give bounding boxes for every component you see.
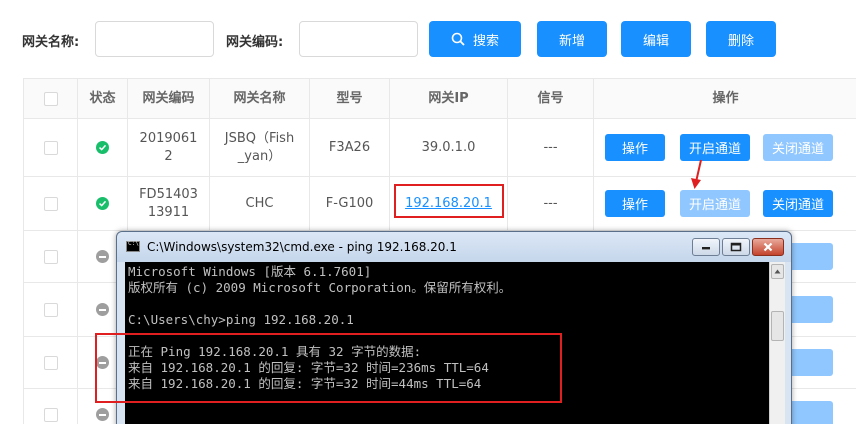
ip-highlight-box <box>394 184 504 218</box>
open-channel-button-disabled[interactable]: 开启通道 <box>680 190 750 217</box>
signal-cell: --- <box>508 119 594 176</box>
chevron-up-icon <box>774 269 781 274</box>
online-status-icon <box>96 141 109 154</box>
minimize-icon <box>702 247 710 250</box>
operate-button[interactable]: 操作 <box>605 190 665 217</box>
gateway-name-input[interactable] <box>95 21 214 57</box>
signal-cell: --- <box>508 177 594 230</box>
offline-status-icon <box>96 250 109 263</box>
model-cell: F3A26 <box>310 119 390 176</box>
console-line: Microsoft Windows [版本 6.1.7601] <box>128 264 372 279</box>
scroll-thumb[interactable] <box>771 311 784 341</box>
online-status-icon <box>96 197 109 210</box>
model-cell: F-G100 <box>310 177 390 230</box>
close-channel-button[interactable]: 关闭通道 <box>763 190 833 217</box>
ip-cell: 39.0.1.0 <box>390 119 508 176</box>
close-channel-button-disabled[interactable]: 关闭通道 <box>763 134 833 161</box>
offline-status-icon <box>96 408 109 421</box>
console-line: C:\Users\chy>ping 192.168.20.1 <box>128 312 354 327</box>
search-button-label: 搜索 <box>472 33 499 49</box>
code-cell: 2019061 2 <box>128 119 210 176</box>
maximize-button[interactable] <box>722 238 750 256</box>
cmd-title: C:\Windows\system32\cmd.exe - ping 192.1… <box>147 240 457 254</box>
filter-toolbar: 网关名称: 网关编码: 搜索 新增 编辑 删除 <box>0 0 856 80</box>
cmd-titlebar[interactable]: C:\Windows\system32\cmd.exe - ping 192.1… <box>117 232 791 262</box>
row-checkbox[interactable] <box>43 407 58 422</box>
header-code: 网关编码 <box>128 79 210 118</box>
header-signal: 信号 <box>508 79 594 118</box>
header-status: 状态 <box>78 79 128 118</box>
select-all-checkbox[interactable] <box>43 91 58 106</box>
close-icon <box>763 242 773 252</box>
console-line: 版权所有 (c) 2009 Microsoft Corporation。保留所有… <box>128 280 512 295</box>
row-checkbox[interactable] <box>43 355 58 370</box>
offline-status-icon <box>96 303 109 316</box>
gateway-code-input[interactable] <box>299 21 418 57</box>
operate-button[interactable]: 操作 <box>605 134 665 161</box>
table-header: 状态 网关编码 网关名称 型号 网关IP 信号 操作 <box>24 79 856 119</box>
name-cell: JSBQ（Fish _yan） <box>210 119 310 176</box>
row-select-cell <box>24 177 78 230</box>
header-name: 网关名称 <box>210 79 310 118</box>
row-checkbox[interactable] <box>43 302 58 317</box>
red-arrow-icon <box>691 159 702 189</box>
row-checkbox[interactable] <box>43 196 58 211</box>
scroll-up-button[interactable] <box>771 264 784 279</box>
row-checkbox[interactable] <box>43 249 58 264</box>
gateway-code-label: 网关编码: <box>226 35 284 50</box>
header-model: 型号 <box>310 79 390 118</box>
row-select-cell <box>24 119 78 176</box>
header-actions: 操作 <box>712 90 739 106</box>
table-row: 2019061 2 JSBQ（Fish _yan） F3A26 39.0.1.0 -… <box>24 119 856 177</box>
ping-output-highlight-box <box>95 333 562 403</box>
code-cell: FD51403 13911 <box>128 177 210 230</box>
search-icon <box>451 32 465 46</box>
restore-icon <box>730 242 742 252</box>
cmd-app-icon <box>126 240 140 252</box>
close-window-button[interactable] <box>752 238 784 256</box>
row-checkbox[interactable] <box>43 140 58 155</box>
header-select-cell <box>24 79 78 118</box>
minimize-button[interactable] <box>692 238 720 256</box>
status-cell <box>78 119 128 176</box>
console-scrollbar[interactable] <box>769 262 785 424</box>
add-button[interactable]: 新增 <box>537 21 607 57</box>
edit-button[interactable]: 编辑 <box>621 21 691 57</box>
delete-button[interactable]: 删除 <box>706 21 776 57</box>
status-cell <box>78 177 128 230</box>
gateway-name-label: 网关名称: <box>22 35 80 50</box>
search-button[interactable]: 搜索 <box>429 21 521 57</box>
name-cell: CHC <box>210 177 310 230</box>
open-channel-button[interactable]: 开启通道 <box>680 134 750 161</box>
header-ip: 网关IP <box>390 79 508 118</box>
